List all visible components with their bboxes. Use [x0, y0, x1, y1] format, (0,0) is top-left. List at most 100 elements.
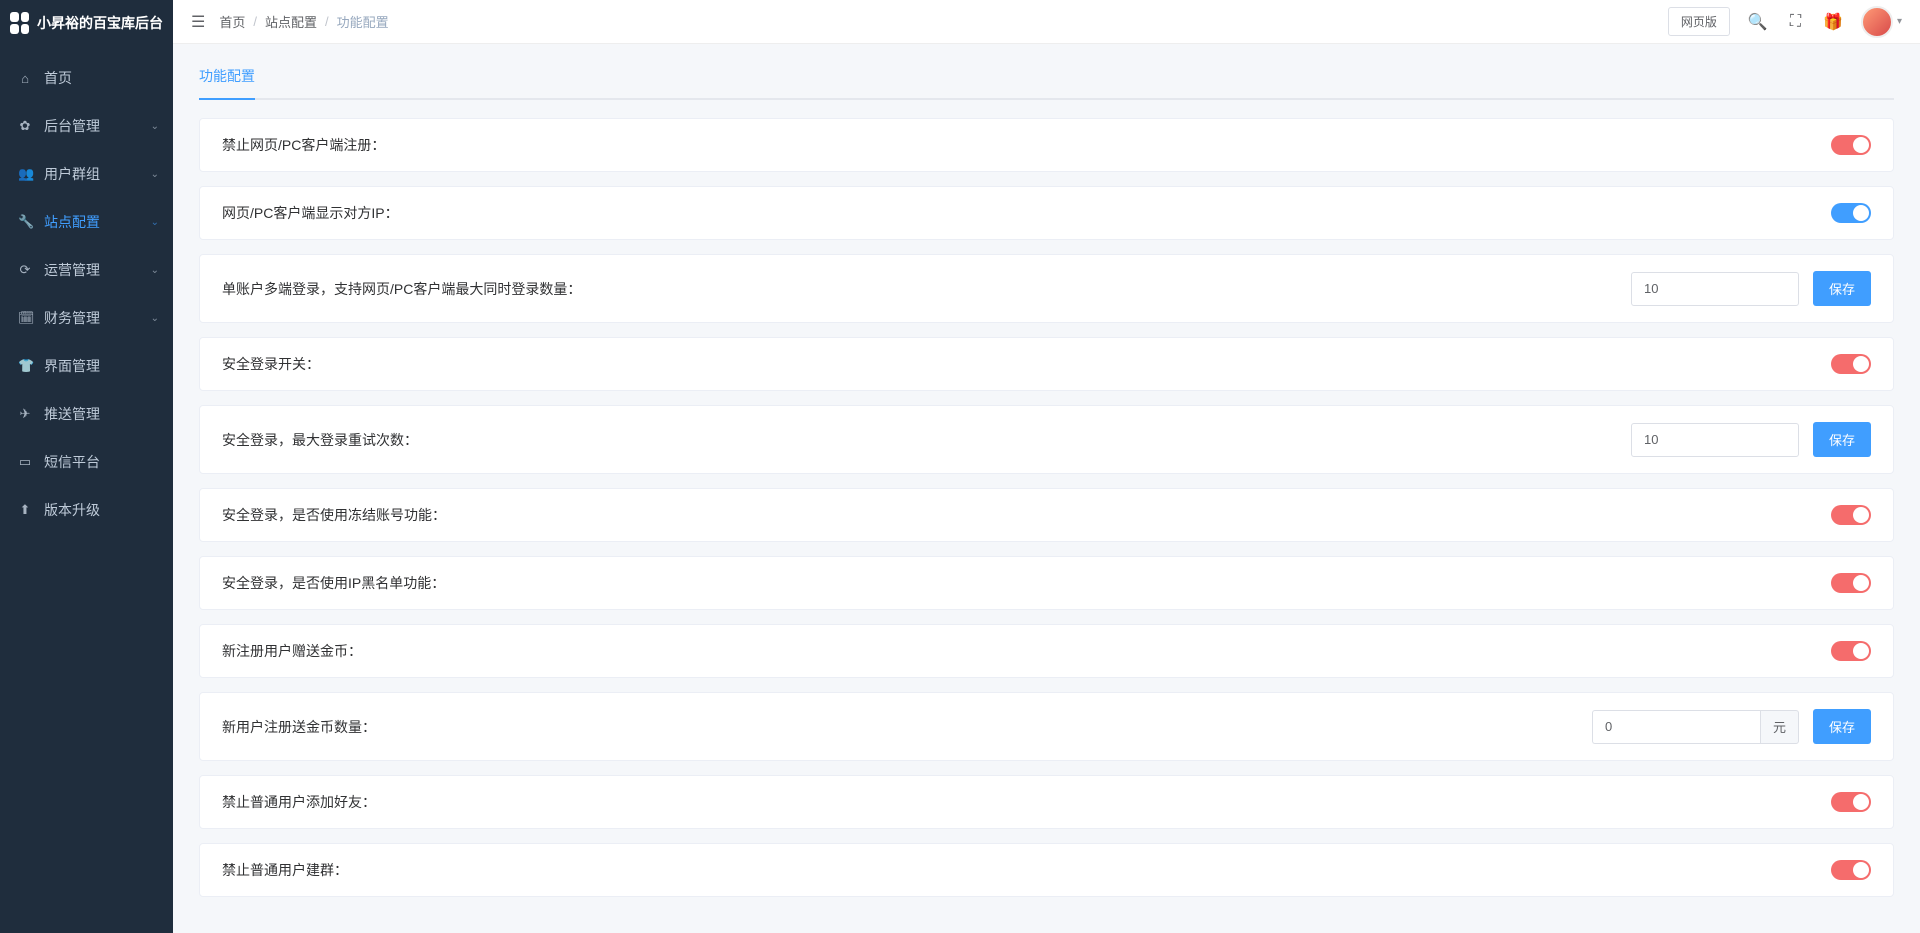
setting-label: 禁止普通用户添加好友： — [222, 792, 376, 812]
setting-label: 禁止普通用户建群： — [222, 860, 348, 880]
breadcrumb-sep: / — [325, 14, 329, 29]
sidebar-item[interactable]: ⬆ 版本升级 — [0, 486, 173, 534]
setting-controls — [1831, 860, 1871, 880]
setting-label: 安全登录，是否使用IP黑名单功能： — [222, 573, 445, 593]
setting-controls: 保存 — [1631, 422, 1871, 457]
menu-icon: ⟳ — [18, 262, 32, 278]
breadcrumb-sep: / — [253, 14, 257, 29]
input-group: 元 — [1592, 710, 1799, 744]
toggle-knob — [1853, 862, 1869, 878]
number-input[interactable] — [1592, 710, 1760, 744]
chevron-down-icon: ⌄ — [151, 313, 159, 324]
input-suffix: 元 — [1760, 710, 1799, 744]
menu-label: 首页 — [44, 68, 72, 88]
menu-icon: ⬆ — [18, 502, 32, 518]
setting-label: 网页/PC客户端显示对方IP： — [222, 203, 399, 223]
menu-icon: 🗓 — [18, 310, 32, 326]
setting-controls — [1831, 573, 1871, 593]
menu-label: 运营管理 — [44, 260, 100, 280]
breadcrumb-home[interactable]: 首页 — [219, 12, 245, 31]
setting-row: 安全登录开关： — [199, 337, 1894, 391]
menu-label: 版本升级 — [44, 500, 100, 520]
sidebar-item[interactable]: 🗓 财务管理 ⌄ — [0, 294, 173, 342]
toggle-knob — [1853, 575, 1869, 591]
setting-row: 安全登录，最大登录重试次数： 保存 — [199, 405, 1894, 474]
settings-rows: 禁止网页/PC客户端注册： 网页/PC客户端显示对方IP： 单账户多端登录，支持网页… — [199, 118, 1894, 897]
number-input[interactable] — [1631, 272, 1799, 306]
menu-label: 用户群组 — [44, 164, 100, 184]
content: 功能配置 禁止网页/PC客户端注册： 网页/PC客户端显示对方IP： 单账户多端登录… — [173, 44, 1920, 933]
setting-label: 安全登录，最大登录重试次数： — [222, 430, 418, 450]
toggle-knob — [1853, 356, 1869, 372]
save-button[interactable]: 保存 — [1813, 709, 1871, 744]
user-menu[interactable]: ▾ — [1861, 6, 1902, 38]
toggle-switch[interactable] — [1831, 860, 1871, 880]
sidebar: 小昇裕的百宝库后台 ⌂ 首页 ✿后台管理⌄ 👥 用户群组 ⌄ 🔧 站点配置 ⌄ ⟳ 运营管理 ⌄ 🗓 财务… — [0, 0, 173, 933]
gift-icon[interactable]: 🎁 — [1819, 12, 1847, 32]
sidebar-item[interactable]: 🔧 站点配置 ⌄ — [0, 198, 173, 246]
toggle-knob — [1853, 205, 1869, 221]
breadcrumb-current: 功能配置 — [337, 12, 389, 31]
menu-label: 后台管理 — [44, 116, 100, 136]
setting-label: 新用户注册送金币数量： — [222, 717, 376, 737]
toggle-switch[interactable] — [1831, 792, 1871, 812]
toggle-knob — [1853, 507, 1869, 523]
toggle-switch[interactable] — [1831, 641, 1871, 661]
setting-label: 禁止网页/PC客户端注册： — [222, 135, 385, 155]
toggle-switch[interactable] — [1831, 505, 1871, 525]
setting-label: 新注册用户赠送金币： — [222, 641, 362, 661]
fullscreen-icon[interactable]: ⛶ — [1786, 13, 1805, 31]
tab-function-config[interactable]: 功能配置 — [199, 66, 255, 100]
menu-label: 短信平台 — [44, 452, 100, 472]
setting-row: 网页/PC客户端显示对方IP： — [199, 186, 1894, 240]
menu-label: 站点配置 — [44, 212, 100, 232]
search-icon[interactable]: 🔍 — [1744, 12, 1772, 32]
collapse-icon[interactable]: ☰ — [191, 12, 205, 32]
setting-row: 安全登录，是否使用冻结账号功能： — [199, 488, 1894, 542]
setting-row: 新用户注册送金币数量： 元保存 — [199, 692, 1894, 761]
chevron-down-icon: ⌄ — [151, 169, 159, 180]
setting-row: 禁止网页/PC客户端注册： — [199, 118, 1894, 172]
setting-row: 安全登录，是否使用IP黑名单功能： — [199, 556, 1894, 610]
chevron-down-icon: ⌄ — [151, 217, 159, 228]
setting-controls — [1831, 641, 1871, 661]
toggle-switch[interactable] — [1831, 135, 1871, 155]
setting-label: 安全登录，是否使用冻结账号功能： — [222, 505, 446, 525]
setting-controls: 保存 — [1631, 271, 1871, 306]
sidebar-item[interactable]: ✈推送管理 — [0, 390, 173, 438]
breadcrumb-section[interactable]: 站点配置 — [265, 12, 317, 31]
setting-label: 单账户多端登录，支持网页/PC客户端最大同时登录数量： — [222, 279, 581, 299]
toggle-switch[interactable] — [1831, 203, 1871, 223]
menu-icon: ⌂ — [18, 71, 32, 86]
save-button[interactable]: 保存 — [1813, 422, 1871, 457]
sidebar-item[interactable]: ⌂ 首页 — [0, 54, 173, 102]
toggle-switch[interactable] — [1831, 354, 1871, 374]
logo-icon — [10, 12, 29, 34]
number-input[interactable] — [1631, 423, 1799, 457]
menu-icon: ▭ — [18, 454, 32, 470]
sidebar-item[interactable]: 👥 用户群组 ⌄ — [0, 150, 173, 198]
version-button[interactable]: 网页版 — [1668, 7, 1730, 36]
sidebar-item[interactable]: ⟳ 运营管理 ⌄ — [0, 246, 173, 294]
menu-icon: ✈ — [18, 406, 32, 422]
sidebar-menu: ⌂ 首页 ✿后台管理⌄ 👥 用户群组 ⌄ 🔧 站点配置 ⌄ ⟳ 运营管理 ⌄ 🗓 财务管理 ⌄ 👕界面管理✈推… — [0, 46, 173, 534]
app-title: 小昇裕的百宝库后台 — [37, 13, 163, 33]
chevron-down-icon: ⌄ — [151, 265, 159, 276]
toggle-knob — [1853, 643, 1869, 659]
menu-icon: 🔧 — [18, 214, 32, 230]
sidebar-item[interactable]: ▭ 短信平台 — [0, 438, 173, 486]
toggle-knob — [1853, 137, 1869, 153]
tabs: 功能配置 — [199, 66, 1894, 100]
sidebar-item[interactable]: 👕界面管理 — [0, 342, 173, 390]
setting-label: 安全登录开关： — [222, 354, 320, 374]
menu-icon: 👥 — [18, 166, 32, 182]
toggle-switch[interactable] — [1831, 573, 1871, 593]
setting-row: 新注册用户赠送金币： — [199, 624, 1894, 678]
sidebar-item[interactable]: ✿后台管理⌄ — [0, 102, 173, 150]
topbar: ☰ 首页 / 站点配置 / 功能配置 网页版 🔍 ⛶ 🎁 ▾ — [173, 0, 1920, 44]
setting-controls — [1831, 203, 1871, 223]
setting-row: 禁止普通用户添加好友： — [199, 775, 1894, 829]
save-button[interactable]: 保存 — [1813, 271, 1871, 306]
menu-label: 财务管理 — [44, 308, 100, 328]
setting-controls — [1831, 135, 1871, 155]
